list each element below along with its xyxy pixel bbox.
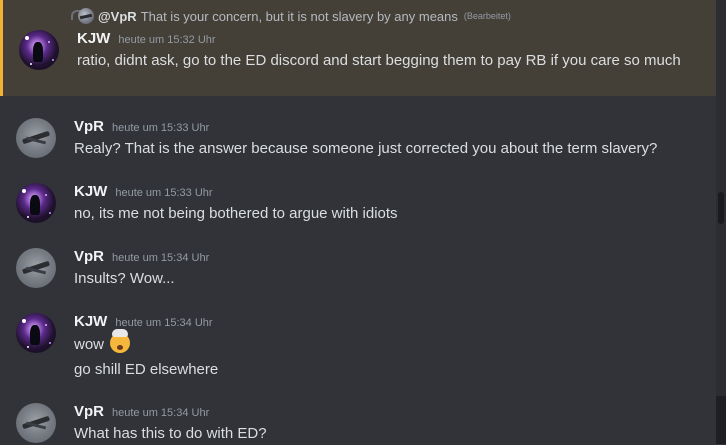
timestamp: heute um 15:33 Uhr	[115, 187, 213, 199]
timestamp: heute um 15:34 Uhr	[112, 252, 210, 264]
avatar[interactable]	[16, 118, 56, 158]
message-header: KJW heute um 15:32 Uhr	[77, 30, 216, 47]
message-content: Realy? That is the answer because someon…	[74, 140, 658, 157]
username[interactable]: KJW	[74, 183, 107, 200]
username[interactable]: KJW	[74, 313, 107, 330]
username[interactable]: VpR	[74, 118, 104, 135]
scrollbar[interactable]	[716, 0, 726, 444]
chat-message-list: @VpR That is your concern, but it is not…	[0, 0, 716, 444]
timestamp: heute um 15:34 Uhr	[112, 407, 210, 419]
message-content: go shill ED elsewhere	[74, 361, 219, 378]
reply-author[interactable]: @VpR	[98, 9, 137, 24]
message-content: ratio, didnt ask, go to the ED discord a…	[77, 52, 681, 69]
reply-text: That is your concern, but it is not slav…	[140, 8, 458, 24]
reply-avatar-icon	[78, 8, 94, 24]
avatar[interactable]	[19, 30, 59, 70]
scrollbar-thumb[interactable]	[718, 192, 724, 224]
message-header: VpR heute um 15:34 Uhr	[74, 248, 209, 265]
avatar[interactable]	[16, 403, 56, 443]
message-highlighted[interactable]: @VpR That is your concern, but it is not…	[0, 0, 716, 96]
message-header: KJW heute um 15:34 Uhr	[74, 313, 213, 330]
message-content: What has this to do with ED?	[74, 425, 267, 442]
avatar[interactable]	[16, 183, 56, 223]
message-content: Insults? Wow...	[74, 270, 175, 287]
message-content: no, its me not being bothered to argue w…	[74, 205, 398, 222]
message-line: wow	[74, 336, 105, 353]
message-content: wow	[74, 329, 704, 356]
timestamp: heute um 15:34 Uhr	[115, 317, 213, 329]
username[interactable]: VpR	[74, 248, 104, 265]
reply-preview[interactable]: @VpR That is your concern, but it is not…	[78, 8, 511, 24]
exploding-head-icon[interactable]	[110, 329, 131, 353]
message-header: VpR heute um 15:33 Uhr	[74, 118, 209, 135]
timestamp: heute um 15:32 Uhr	[118, 34, 216, 46]
message-header: VpR heute um 15:34 Uhr	[74, 403, 209, 420]
avatar[interactable]	[16, 248, 56, 288]
timestamp: heute um 15:33 Uhr	[112, 122, 210, 134]
username[interactable]: KJW	[77, 30, 110, 47]
reply-edited-label: (Bearbeitet)	[463, 11, 511, 21]
side-panel-edge	[716, 396, 726, 444]
username[interactable]: VpR	[74, 403, 104, 420]
avatar[interactable]	[16, 313, 56, 353]
message-header: KJW heute um 15:33 Uhr	[74, 183, 213, 200]
